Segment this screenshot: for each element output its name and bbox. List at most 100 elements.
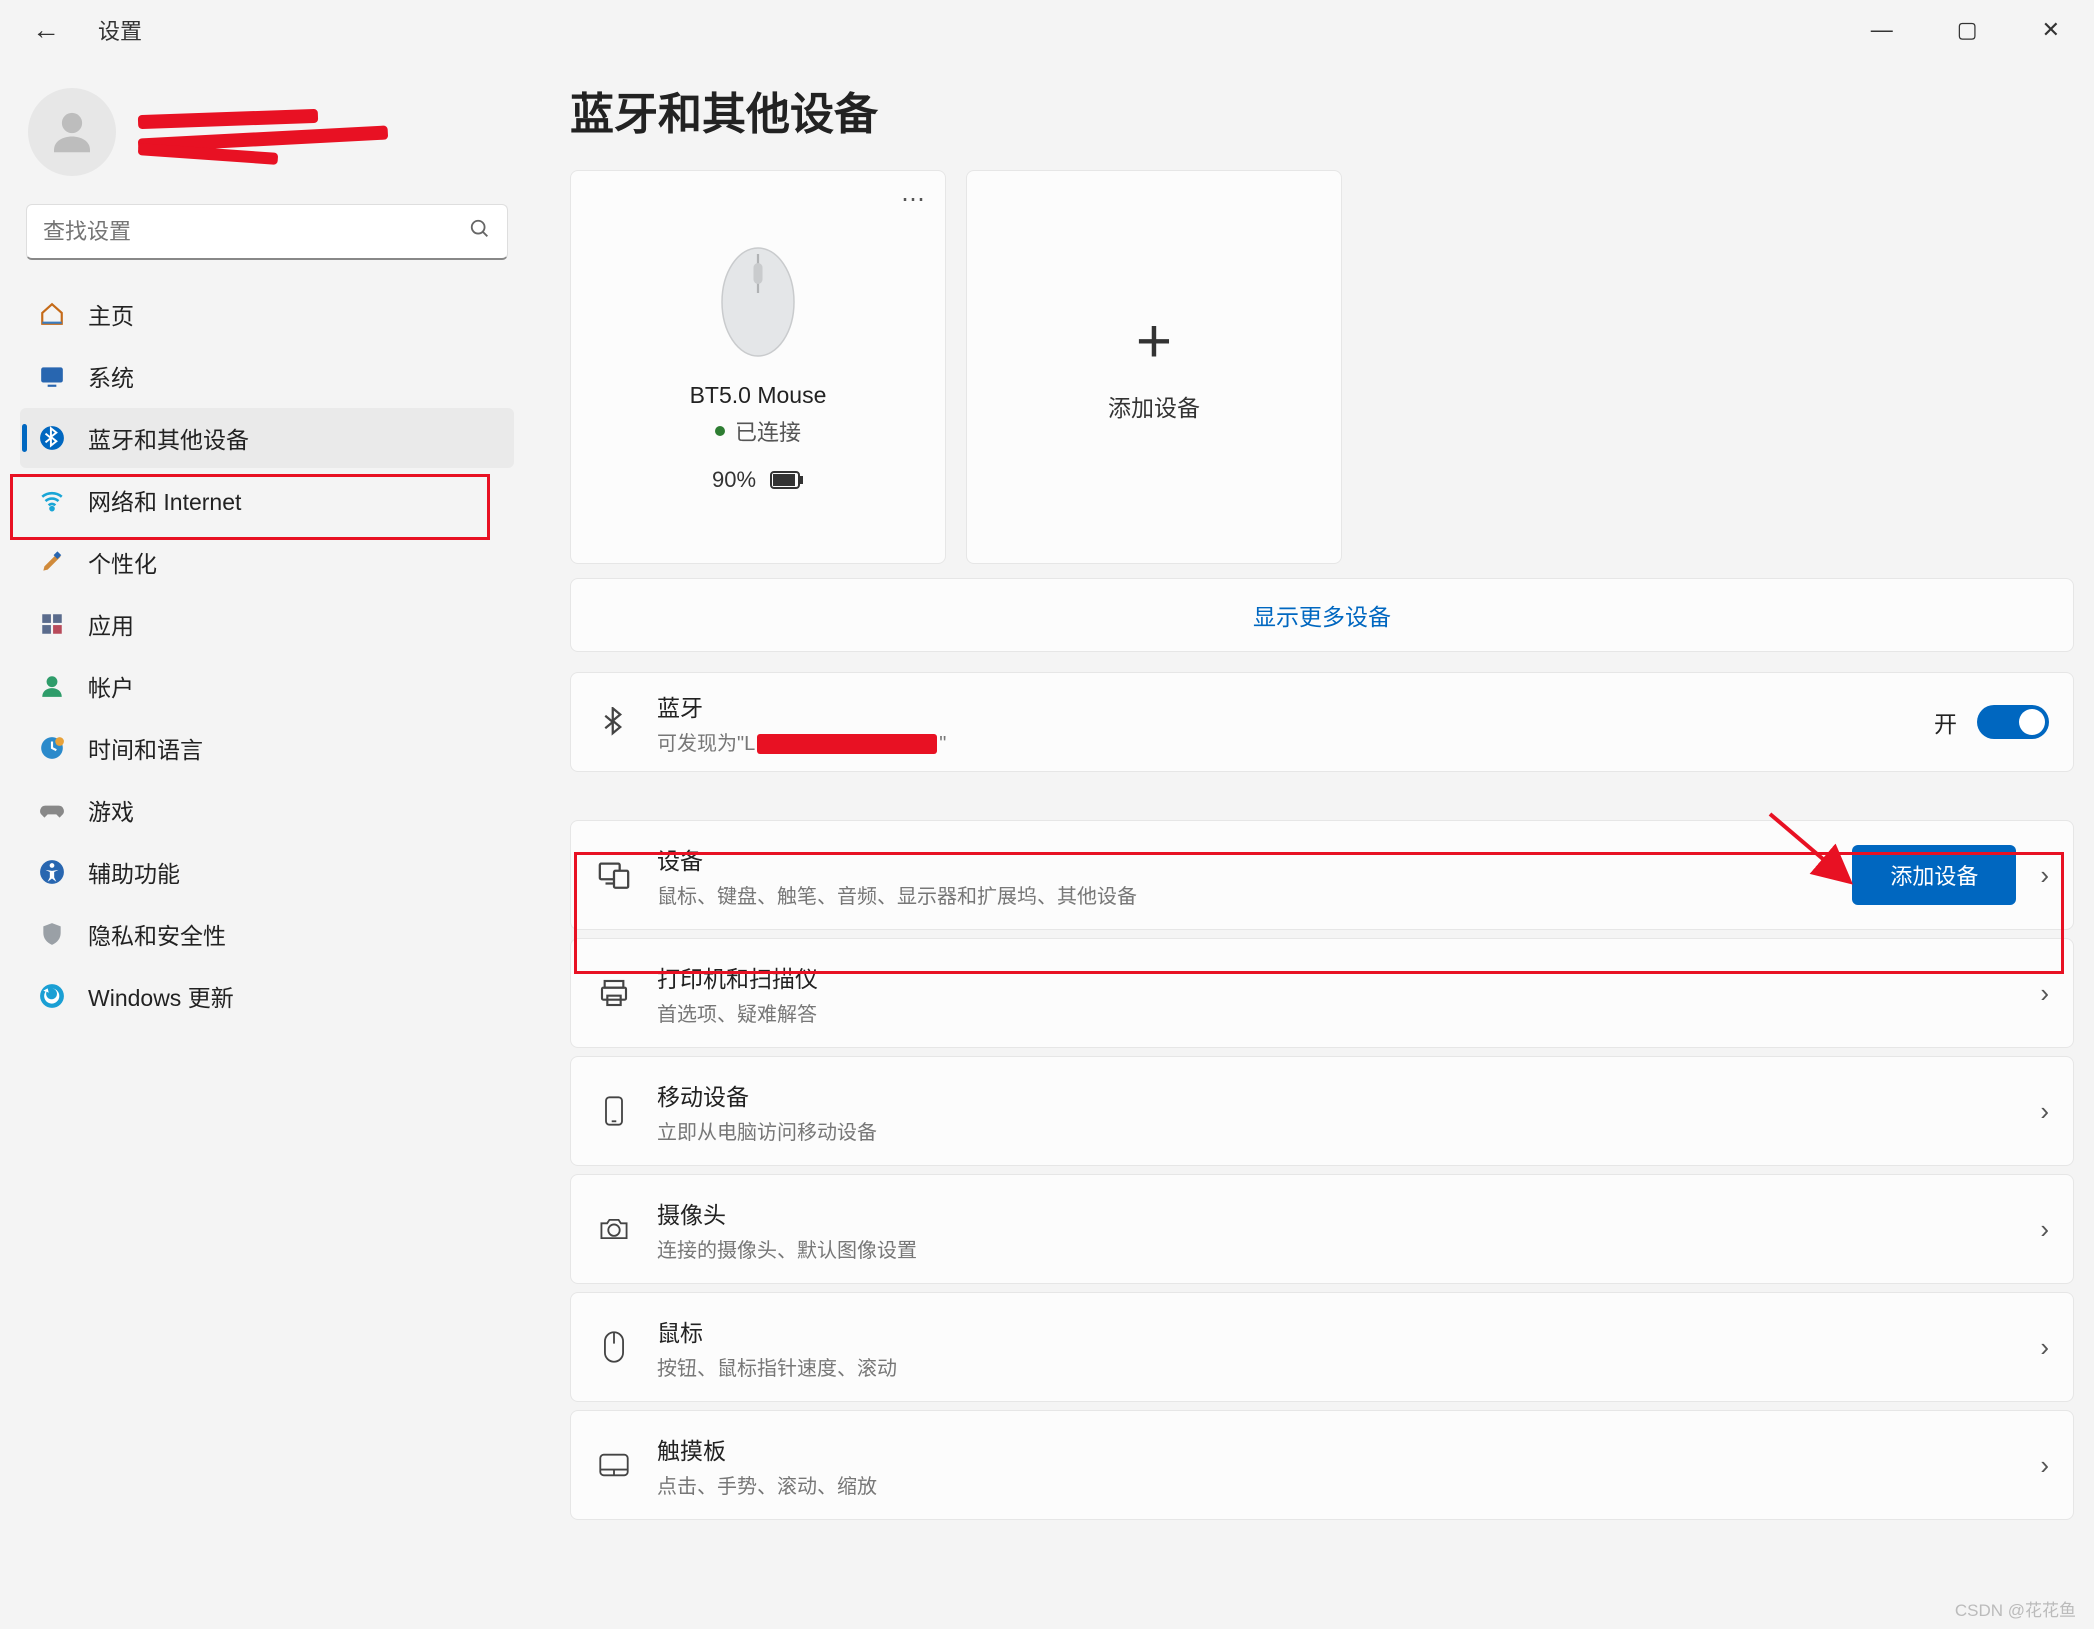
- device-status: 已连接: [715, 415, 801, 447]
- nav-label: 主页: [88, 297, 134, 331]
- touchpad-icon: [591, 1442, 637, 1488]
- row-title: 移动设备: [657, 1078, 2040, 1112]
- chevron-right-icon: ›: [2040, 1450, 2049, 1481]
- row-title: 摄像头: [657, 1196, 2040, 1230]
- row-subtitle: 按钮、鼠标指针速度、滚动: [657, 1352, 2040, 1381]
- nav-apps[interactable]: 应用: [20, 594, 514, 654]
- bluetooth-icon: [38, 424, 66, 452]
- add-device-button[interactable]: 添加设备: [1852, 845, 2016, 905]
- camera-icon: [591, 1206, 637, 1252]
- chevron-right-icon: ›: [2040, 1096, 2049, 1127]
- nav-gaming[interactable]: 游戏: [20, 780, 514, 840]
- system-icon: [38, 362, 66, 390]
- nav-label: 帐户: [88, 669, 134, 703]
- account-icon: [38, 672, 66, 700]
- row-subtitle: 可发现为"L": [657, 727, 1934, 756]
- nav-network[interactable]: 网络和 Internet: [20, 470, 514, 530]
- status-dot-icon: [715, 426, 725, 436]
- nav-accessibility[interactable]: 辅助功能: [20, 842, 514, 902]
- battery-icon: [770, 471, 804, 489]
- nav-list: 主页 系统 蓝牙和其他设备 网络和 Internet 个性化 应用: [20, 284, 514, 1026]
- row-title: 蓝牙: [657, 689, 1934, 723]
- paint-icon: [38, 548, 66, 576]
- close-button[interactable]: ✕: [2028, 11, 2074, 49]
- home-icon: [38, 300, 66, 328]
- show-more-devices[interactable]: 显示更多设备: [570, 578, 2074, 652]
- maximize-button[interactable]: ▢: [1943, 11, 1992, 49]
- minimize-button[interactable]: —: [1857, 11, 1907, 49]
- bluetooth-toggle[interactable]: [1977, 705, 2049, 739]
- add-device-card[interactable]: + 添加设备: [966, 170, 1342, 564]
- laptop-name-redacted: [757, 734, 937, 754]
- camera-row[interactable]: 摄像头 连接的摄像头、默认图像设置 ›: [570, 1174, 2074, 1284]
- chevron-right-icon: ›: [2040, 1332, 2049, 1363]
- row-subtitle: 点击、手势、滚动、缩放: [657, 1470, 2040, 1499]
- row-subtitle: 连接的摄像头、默认图像设置: [657, 1234, 2040, 1263]
- accessibility-icon: [38, 858, 66, 886]
- row-title: 设备: [657, 842, 1852, 876]
- wifi-icon: [38, 486, 66, 514]
- avatar: [28, 88, 116, 176]
- watermark: CSDN @花花鱼: [1955, 1596, 2076, 1621]
- update-icon: [38, 982, 66, 1010]
- toggle-label: 开: [1934, 705, 1957, 739]
- nav-label: 应用: [88, 607, 134, 641]
- bluetooth-icon: [591, 699, 637, 745]
- search-icon: [469, 218, 491, 245]
- apps-icon: [38, 610, 66, 638]
- nav-label: 个性化: [88, 545, 157, 579]
- nav-privacy[interactable]: 隐私和安全性: [20, 904, 514, 964]
- plus-icon: +: [1136, 311, 1172, 373]
- shield-icon: [38, 920, 66, 948]
- window-title: 设置: [98, 14, 142, 46]
- nav-personalize[interactable]: 个性化: [20, 532, 514, 592]
- row-subtitle: 首选项、疑难解答: [657, 998, 2040, 1027]
- page-title: 蓝牙和其他设备: [570, 78, 2074, 142]
- gamepad-icon: [38, 796, 66, 824]
- nav-label: Windows 更新: [88, 979, 234, 1013]
- back-button[interactable]: ←: [20, 8, 72, 52]
- row-title: 触摸板: [657, 1432, 2040, 1466]
- nav-label: 蓝牙和其他设备: [88, 421, 249, 455]
- nav-label: 网络和 Internet: [88, 483, 241, 517]
- printers-row[interactable]: 打印机和扫描仪 首选项、疑难解答 ›: [570, 938, 2074, 1048]
- search-box[interactable]: [26, 204, 508, 260]
- nav-time[interactable]: 时间和语言: [20, 718, 514, 778]
- devices-icon: [591, 852, 637, 898]
- add-device-label: 添加设备: [1108, 389, 1200, 423]
- devices-row[interactable]: 设备 鼠标、键盘、触笔、音频、显示器和扩展坞、其他设备 添加设备 ›: [570, 820, 2074, 930]
- row-title: 打印机和扫描仪: [657, 960, 2040, 994]
- mouse-icon: [591, 1324, 637, 1370]
- mobile-devices-row[interactable]: 移动设备 立即从电脑访问移动设备 ›: [570, 1056, 2074, 1166]
- phone-icon: [591, 1088, 637, 1134]
- chevron-right-icon: ›: [2040, 860, 2049, 891]
- touchpad-row[interactable]: 触摸板 点击、手势、滚动、缩放 ›: [570, 1410, 2074, 1520]
- device-name: BT5.0 Mouse: [690, 382, 827, 409]
- nav-system[interactable]: 系统: [20, 346, 514, 406]
- device-card-mouse[interactable]: ⋯ BT5.0 Mouse 已连接 90%: [570, 170, 946, 564]
- device-battery: 90%: [712, 467, 804, 493]
- chevron-right-icon: ›: [2040, 1214, 2049, 1245]
- nav-accounts[interactable]: 帐户: [20, 656, 514, 716]
- main-content: 蓝牙和其他设备 ⋯ BT5.0 Mouse 已连接 90%: [528, 60, 2094, 1629]
- printer-icon: [591, 970, 637, 1016]
- nav-bluetooth[interactable]: 蓝牙和其他设备: [20, 408, 514, 468]
- clock-icon: [38, 734, 66, 762]
- nav-label: 时间和语言: [88, 731, 203, 765]
- nav-label: 隐私和安全性: [88, 917, 226, 951]
- nav-label: 游戏: [88, 793, 134, 827]
- sidebar: 主页 系统 蓝牙和其他设备 网络和 Internet 个性化 应用: [0, 60, 528, 1629]
- mouse-illustration: [710, 242, 806, 362]
- row-subtitle: 立即从电脑访问移动设备: [657, 1116, 2040, 1145]
- user-profile[interactable]: [28, 88, 506, 176]
- nav-update[interactable]: Windows 更新: [20, 966, 514, 1026]
- more-icon[interactable]: ⋯: [901, 185, 927, 214]
- chevron-right-icon: ›: [2040, 978, 2049, 1009]
- row-title: 鼠标: [657, 1314, 2040, 1348]
- titlebar: ← 设置 — ▢ ✕: [0, 0, 2094, 60]
- nav-home[interactable]: 主页: [20, 284, 514, 344]
- mouse-settings-row[interactable]: 鼠标 按钮、鼠标指针速度、滚动 ›: [570, 1292, 2074, 1402]
- search-input[interactable]: [43, 219, 469, 245]
- nav-label: 系统: [88, 359, 134, 393]
- user-name-redacted: [138, 106, 388, 158]
